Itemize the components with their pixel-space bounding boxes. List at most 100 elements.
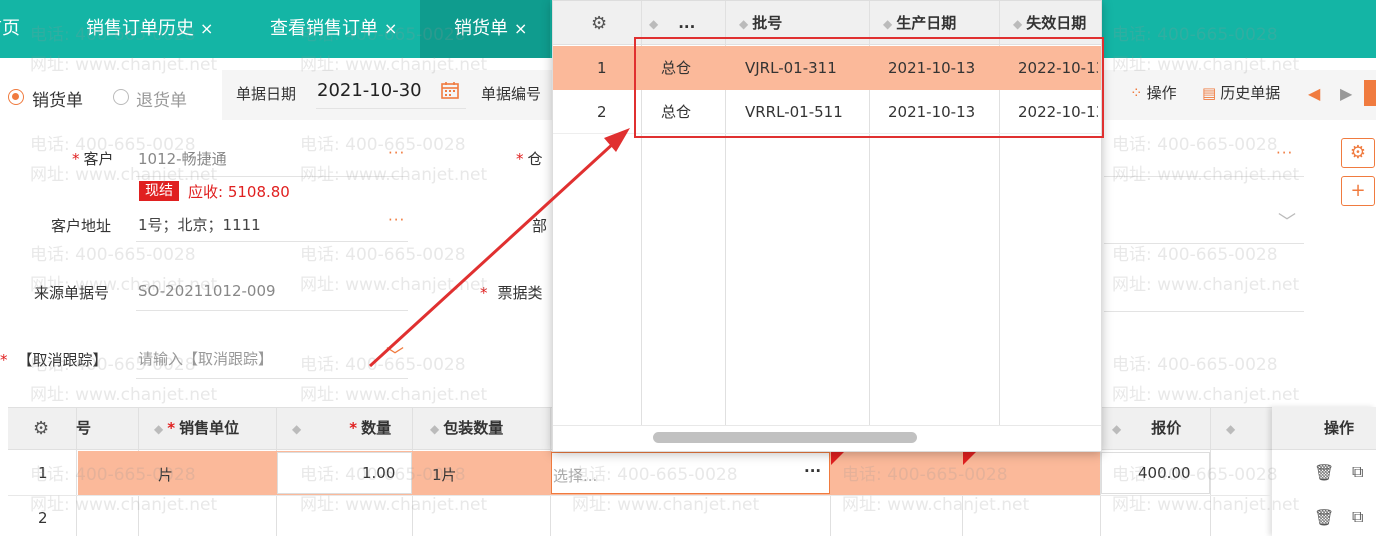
tab-home[interactable]: 首页	[0, 0, 20, 58]
watermark-site: 网址: www.chanjet.net	[1112, 385, 1300, 405]
prev-icon[interactable]: ◀	[1308, 84, 1320, 103]
required-corner-mark	[831, 451, 845, 465]
col-header-unit[interactable]: ◆ * 销售单位	[154, 407, 239, 450]
col-header-pack-text: 包装数量	[443, 419, 504, 437]
trash-icon[interactable]: 🗑	[1314, 463, 1334, 482]
receivable-amount: 应收: 5108.80	[188, 183, 290, 201]
plus-icon: +	[1350, 180, 1366, 201]
tab-sales-delivery[interactable]: 销货单 ×	[420, 0, 550, 58]
row-number: 1	[38, 464, 48, 482]
sort-icon[interactable]: ◆	[1112, 422, 1121, 436]
next-icon[interactable]: ▶	[1340, 84, 1352, 103]
settings-button[interactable]: ⚙	[1341, 138, 1375, 168]
tab-label: 销货单	[454, 18, 508, 39]
cancel-track-label: * 【取消跟踪】	[0, 349, 108, 370]
col-header-extra[interactable]: ◆	[1226, 407, 1239, 450]
row-number: 2	[38, 509, 48, 527]
watermark-site: 网址: www.chanjet.net	[300, 385, 488, 405]
watermark-site: 网址: www.chanjet.net	[30, 385, 218, 405]
ops-label: 操作	[1146, 84, 1177, 102]
warehouse-label-text: 仓	[527, 150, 543, 168]
tab-sales-order-history[interactable]: 销售订单历史 ×	[86, 0, 213, 58]
popup-col-ellipsis: ...	[678, 14, 696, 32]
source-value: SO-20211012-009	[138, 282, 276, 300]
cell-pack[interactable]: 1片	[432, 464, 457, 485]
radio-return[interactable]	[113, 89, 129, 105]
date-underline	[316, 108, 466, 109]
radio-sales-label: 销货单	[32, 91, 83, 111]
cash-badge: 现结	[139, 181, 179, 201]
required-mark: *	[72, 150, 80, 168]
sort-icon[interactable]: ◆	[739, 17, 748, 31]
date-label: 单据日期	[236, 85, 297, 103]
col-header-qty[interactable]: ◆ * 数量	[292, 407, 391, 450]
popup-row-number: 1	[597, 59, 607, 77]
chevron-down-icon[interactable]: ﹀	[1278, 208, 1296, 234]
source-label: 来源单据号	[34, 284, 110, 302]
col-header-no[interactable]: 号	[76, 407, 91, 450]
sort-icon[interactable]: ◆	[154, 422, 163, 436]
customer-more-icon[interactable]: ···	[388, 144, 405, 162]
batch-more-icon[interactable]: ···	[804, 462, 821, 480]
customer-label-text: 客户	[83, 150, 114, 168]
col-header-pack[interactable]: ◆ 包装数量	[430, 407, 503, 450]
required-mark: *	[516, 150, 524, 168]
cell-price: 400.00	[1138, 464, 1191, 482]
sort-icon[interactable]: ◆	[1013, 17, 1022, 31]
trash-icon[interactable]: 🗑	[1314, 508, 1334, 527]
tab-label: 查看销售订单	[270, 18, 378, 39]
calendar-icon[interactable]	[440, 80, 460, 100]
sort-icon[interactable]: ◆	[430, 422, 439, 436]
popup-col-batch-text: 批号	[752, 14, 783, 32]
watermark-site: 网址: www.chanjet.net	[1112, 165, 1300, 185]
warehouse-label: * 仓	[516, 148, 543, 169]
warehouse-underline	[1104, 176, 1304, 177]
col-divider	[1210, 407, 1211, 536]
cell-unit[interactable]: 片	[158, 464, 173, 485]
address-underline	[136, 241, 408, 242]
watermark-phone: 电话: 400-665-0028	[1112, 355, 1278, 375]
copy-icon[interactable]: ⧉	[1352, 462, 1363, 482]
close-icon[interactable]: ×	[200, 19, 213, 38]
sort-icon[interactable]: ◆	[883, 17, 892, 31]
warehouse-more-icon[interactable]: ···	[1276, 144, 1293, 162]
dept-underline	[1104, 243, 1304, 244]
row-divider	[8, 495, 1272, 496]
ops-button[interactable]: ⁘ 操作	[1130, 82, 1177, 103]
customer-label: * 客户	[72, 148, 114, 169]
required-mark: *	[480, 284, 488, 302]
popup-col-prod-date-text: 生产日期	[896, 14, 957, 32]
customer-input[interactable]: 1012-畅捷通	[138, 148, 227, 169]
history-button[interactable]: ▤ 历史单据	[1202, 82, 1280, 103]
side-tab[interactable]	[1364, 80, 1376, 106]
close-icon[interactable]: ×	[384, 19, 397, 38]
chevron-down-icon[interactable]: ﹀	[386, 342, 404, 368]
required-corner-mark	[963, 451, 977, 465]
col-header-qty-text: 数量	[361, 419, 392, 437]
cancel-track-input[interactable]: 请输入【取消跟踪】	[138, 348, 273, 369]
doc-no-label: 单据编号	[481, 85, 542, 103]
tab-label: 首页	[0, 18, 20, 39]
add-button[interactable]: +	[1341, 176, 1375, 206]
col-header-price[interactable]: ◆ 报价	[1112, 407, 1181, 450]
sort-icon[interactable]: ◆	[292, 422, 301, 436]
required-mark: *	[0, 351, 8, 369]
history-label: 历史单据	[1220, 84, 1281, 102]
address-input[interactable]: 1号；北京；1111	[138, 214, 261, 235]
close-icon[interactable]: ×	[514, 19, 527, 38]
copy-icon[interactable]: ⧉	[1352, 507, 1363, 527]
popup-col-exp-date-text: 失效日期	[1026, 14, 1087, 32]
gear-icon[interactable]: ⚙	[33, 418, 49, 439]
tab-view-sales-order[interactable]: 查看销售订单 ×	[270, 0, 397, 58]
sort-icon[interactable]: ◆	[1226, 422, 1235, 436]
grid-icon: ⁘	[1130, 84, 1143, 102]
sort-icon[interactable]: ◆	[649, 17, 658, 31]
scrollbar-thumb[interactable]	[653, 432, 917, 443]
address-more-icon[interactable]: ···	[388, 211, 405, 229]
highlight-box	[634, 37, 1104, 138]
gear-icon[interactable]: ⚙	[591, 13, 607, 34]
radio-sales[interactable]	[8, 89, 24, 105]
horizontal-scrollbar[interactable]	[561, 425, 1095, 445]
address-label: 客户地址	[51, 217, 112, 235]
date-input[interactable]: 2021-10-30	[317, 80, 422, 101]
